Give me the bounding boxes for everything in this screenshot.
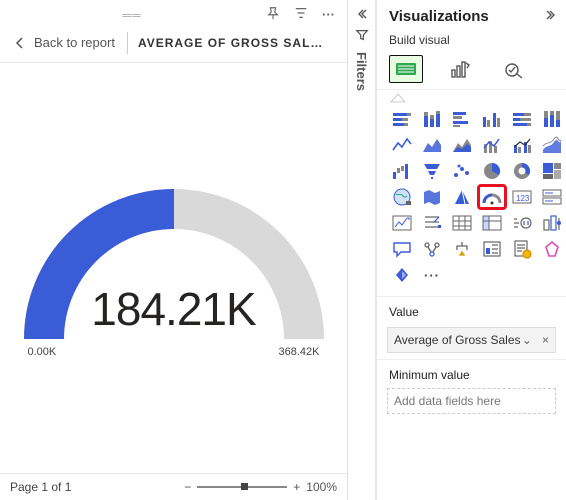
visual-toolbar: ══ ··· [0, 0, 347, 27]
map-icon[interactable] [389, 186, 415, 208]
report-canvas[interactable]: 184.21K 0.00K 368.42K [0, 63, 347, 473]
hundred-stacked-bar-icon[interactable] [509, 108, 535, 130]
qna-icon[interactable] [389, 238, 415, 260]
report-main: ══ ··· Back to report AVERAGE OF GROSS S… [0, 0, 348, 500]
ribbon-chart-icon[interactable] [539, 134, 565, 156]
analytics-tab[interactable] [497, 55, 531, 83]
build-visual-tab[interactable] [389, 55, 423, 83]
gauge-icon[interactable] [479, 186, 505, 208]
filled-map-icon[interactable] [419, 186, 445, 208]
page-indicator: Page 1 of 1 [10, 480, 71, 494]
area-chart-icon[interactable] [419, 134, 445, 156]
table-icon[interactable] [449, 212, 475, 234]
field-menu-chevron-icon[interactable]: ⌄ [522, 333, 536, 347]
funnel-chart-icon[interactable] [419, 160, 445, 182]
visualizations-panel: Visualizations Build visual [376, 0, 566, 500]
hundred-stacked-column-icon[interactable] [539, 108, 565, 130]
visual-header: Back to report AVERAGE OF GROSS SAL… [0, 27, 347, 63]
back-to-report-button[interactable]: Back to report [12, 31, 117, 54]
header-divider [127, 32, 128, 54]
stacked-bar-chart-icon[interactable] [389, 108, 415, 130]
zoom-slider-thumb[interactable] [241, 483, 248, 490]
slicer-icon[interactable] [419, 212, 445, 234]
smart-narrative-icon[interactable] [479, 238, 505, 260]
min-field-well[interactable]: Add data fields here [387, 388, 556, 414]
gauge-min-label: 0.00K [28, 346, 57, 358]
gauge-visual[interactable]: 184.21K 0.00K 368.42K [24, 179, 324, 358]
pin-icon[interactable] [266, 6, 280, 23]
panel-mode-row [377, 53, 566, 90]
value-field-label: Value [377, 296, 566, 323]
py-visual-icon[interactable] [539, 212, 565, 234]
treemap-icon[interactable] [539, 160, 565, 182]
multi-row-card-icon[interactable] [539, 186, 565, 208]
active-tab-arrow [377, 90, 566, 102]
powerapps-icon[interactable] [389, 264, 415, 286]
visualizations-title: Visualizations [389, 8, 489, 25]
more-visuals-button[interactable]: ··· [419, 264, 445, 286]
zoom-out-icon[interactable]: − [184, 480, 191, 494]
decomposition-tree-icon[interactable] [449, 238, 475, 260]
donut-chart-icon[interactable] [509, 160, 535, 182]
status-bar: Page 1 of 1 − + 100% [0, 473, 347, 500]
zoom-slider-track[interactable] [197, 486, 287, 488]
clustered-column-chart-icon[interactable] [479, 108, 505, 130]
azure-map-icon[interactable] [449, 186, 475, 208]
filters-label: Filters [354, 52, 369, 91]
filters-panel-collapsed[interactable]: Filters [348, 0, 376, 500]
back-label: Back to report [34, 35, 115, 50]
r-visual-icon[interactable] [509, 212, 535, 234]
build-visual-label: Build visual [377, 29, 566, 53]
kpi-icon[interactable] [389, 212, 415, 234]
visual-title: AVERAGE OF GROSS SAL… [138, 36, 323, 50]
zoom-in-icon[interactable]: + [293, 480, 300, 494]
scatter-chart-icon[interactable] [449, 160, 475, 182]
field-remove-icon[interactable]: × [536, 333, 549, 347]
line-chart-icon[interactable] [389, 134, 415, 156]
svg-text:123: 123 [516, 194, 530, 203]
stacked-area-chart-icon[interactable] [449, 134, 475, 156]
collapse-right-icon[interactable] [544, 8, 556, 25]
filters-funnel-icon [355, 28, 369, 42]
matrix-icon[interactable] [479, 212, 505, 234]
value-field-well[interactable]: Average of Gross Sales ⌄ × [387, 327, 556, 353]
more-options-icon[interactable]: ··· [322, 7, 335, 22]
zoom-control[interactable]: − + 100% [184, 480, 337, 494]
arcgis-icon[interactable] [539, 238, 565, 260]
key-influencers-icon[interactable] [419, 238, 445, 260]
visual-drag-handle[interactable]: ══ [122, 8, 141, 22]
line-clustered-column-icon[interactable] [509, 134, 535, 156]
waterfall-chart-icon[interactable] [389, 160, 415, 182]
filter-icon[interactable] [294, 6, 308, 23]
collapse-left-icon[interactable] [356, 8, 368, 20]
gauge-max-label: 368.42K [279, 346, 320, 358]
visualization-gallery: 123 ··· [377, 102, 566, 292]
stacked-column-chart-icon[interactable] [419, 108, 445, 130]
format-visual-tab[interactable] [443, 55, 477, 83]
value-field-name: Average of Gross Sales [394, 333, 521, 347]
card-icon[interactable]: 123 [509, 186, 535, 208]
zoom-label: 100% [306, 480, 337, 494]
min-field-placeholder: Add data fields here [394, 394, 501, 408]
pie-chart-icon[interactable] [479, 160, 505, 182]
paginated-report-icon[interactable] [509, 238, 535, 260]
clustered-bar-chart-icon[interactable] [449, 108, 475, 130]
line-stacked-column-icon[interactable] [479, 134, 505, 156]
min-field-label: Minimum value [377, 359, 566, 386]
